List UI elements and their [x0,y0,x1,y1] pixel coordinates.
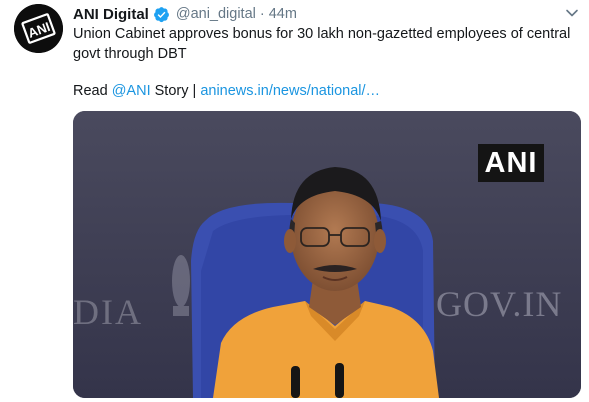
ani-watermark: ANI [478,144,544,182]
user-handle[interactable]: @ani_digital [176,6,256,22]
read-story-line: Read @ANI Story | aninews.in/news/nation… [73,82,380,102]
background-wall-text-left: DIA [73,292,143,332]
tweet-card[interactable]: ANI ANI Digital @ani_digital · 44m Union… [0,0,589,402]
tweet-media-image[interactable]: DIA GOV.IN ANI [73,111,581,398]
separator-dot: · [259,6,265,22]
background-wall-text-right: GOV.IN [436,284,563,324]
chevron-down-icon[interactable] [565,6,579,20]
verified-badge-icon [153,6,170,23]
tweet-header: ANI Digital @ani_digital · 44m [73,4,297,24]
timestamp[interactable]: 44m [269,6,297,22]
story-word: Story | [154,83,197,99]
display-name[interactable]: ANI Digital [73,6,149,23]
tweet-text: Union Cabinet approves bonus for 30 lakh… [73,26,571,62]
ani-logo-icon: ANI [14,4,63,53]
read-prefix: Read [73,83,108,99]
story-url-link[interactable]: aninews.in/news/national/… [200,83,380,99]
mention-link[interactable]: @ANI [112,83,151,99]
avatar[interactable]: ANI [14,4,63,53]
